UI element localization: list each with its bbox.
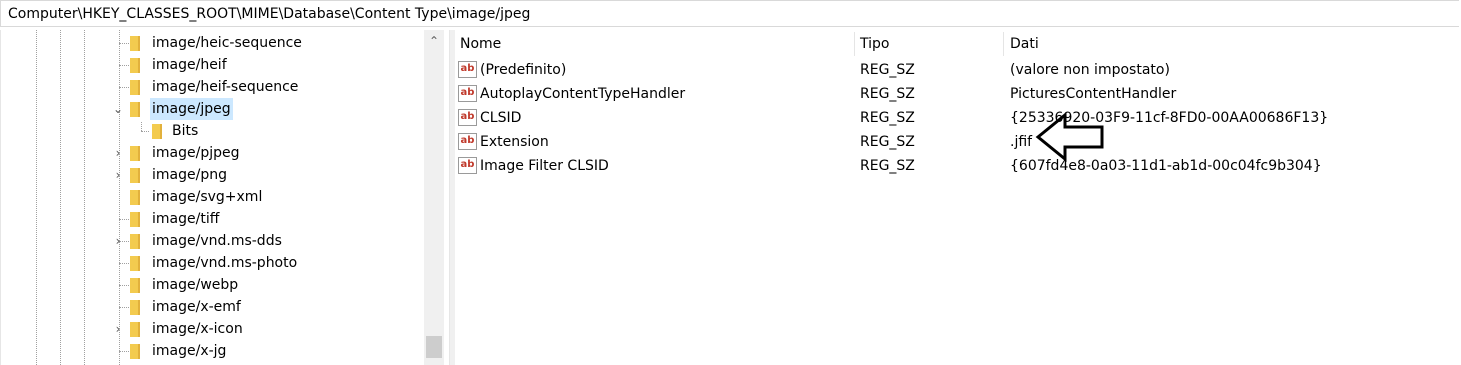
tree-scrollbar[interactable]: ⌃ <box>424 30 444 365</box>
values-list[interactable]: Nome Tipo Dati ab (Predefinito) REG_SZ (… <box>454 30 1461 365</box>
column-separator[interactable] <box>854 32 855 56</box>
column-header-data[interactable]: Dati <box>1010 30 1450 58</box>
tree-item-label: image/heif <box>152 57 227 73</box>
folder-open-icon <box>130 102 140 117</box>
string-value-icon: ab <box>458 157 477 174</box>
chevron-right-icon[interactable]: › <box>110 142 126 164</box>
tree-item[interactable]: Bits <box>1 120 421 142</box>
folder-icon <box>130 256 140 271</box>
table-row[interactable]: ab Extension REG_SZ .jfif <box>454 130 1461 154</box>
value-data: (valore non impostato) <box>1010 62 1170 78</box>
tree-item[interactable]: image/svg+xml <box>1 186 421 208</box>
tree-item[interactable]: image/tiff <box>1 208 421 230</box>
folder-icon <box>130 212 140 227</box>
tree-item-label: image/tiff <box>152 211 220 227</box>
tree-item-label: image/heif-sequence <box>152 79 299 95</box>
tree-item-label: image/x-emf <box>152 299 241 315</box>
folder-icon <box>130 58 140 73</box>
table-row[interactable]: ab AutoplayContentTypeHandler REG_SZ Pic… <box>454 82 1461 106</box>
column-separator[interactable] <box>1003 32 1004 56</box>
chevron-right-icon[interactable]: › <box>110 230 126 252</box>
chevron-right-icon[interactable]: › <box>110 164 126 186</box>
folder-icon <box>130 80 140 95</box>
tree-item-label: image/pjpeg <box>152 145 240 161</box>
value-data: PicturesContentHandler <box>1010 86 1177 102</box>
tree-item[interactable]: › image/png <box>1 164 421 186</box>
tree-item[interactable]: image/heif <box>1 54 421 76</box>
tree-item-label: image/x-jg <box>152 343 227 359</box>
folder-icon <box>130 36 140 51</box>
value-type: REG_SZ <box>860 158 915 174</box>
tree-item[interactable]: › image/vnd.ms-dds <box>1 230 421 252</box>
tree-item-label: image/webp <box>152 277 239 293</box>
value-name: CLSID <box>480 110 522 126</box>
folder-icon <box>130 168 140 183</box>
chevron-right-icon[interactable]: › <box>110 318 126 340</box>
folder-icon <box>130 300 140 315</box>
tree-item[interactable]: image/heif-sequence <box>1 76 421 98</box>
folder-icon <box>130 344 140 359</box>
tree-item[interactable]: image/vnd.ms-photo <box>1 252 421 274</box>
value-name: Extension <box>480 134 549 150</box>
tree-item[interactable]: image/webp <box>1 274 421 296</box>
scroll-thumb[interactable] <box>426 336 442 358</box>
value-type: REG_SZ <box>860 62 915 78</box>
tree-item-label: image/heic-sequence <box>152 35 302 51</box>
annotation-arrow-icon <box>1035 112 1104 162</box>
value-type: REG_SZ <box>860 86 915 102</box>
column-header-type[interactable]: Tipo <box>860 30 1000 58</box>
string-value-icon: ab <box>458 133 477 150</box>
folder-icon <box>130 146 140 161</box>
value-type: REG_SZ <box>860 110 915 126</box>
string-value-icon: ab <box>458 61 477 78</box>
value-name: (Predefinito) <box>480 62 567 78</box>
chevron-down-icon[interactable]: ⌄ <box>110 98 126 120</box>
tree-item-label: image/jpeg <box>150 98 233 120</box>
tree-item-label: image/vnd.ms-photo <box>152 255 298 271</box>
table-row[interactable]: ab (Predefinito) REG_SZ (valore non impo… <box>454 58 1461 82</box>
column-header-name[interactable]: Nome <box>460 30 850 58</box>
tree-item[interactable]: image/x-emf <box>1 296 421 318</box>
folder-icon <box>130 234 140 249</box>
tree-item[interactable]: image/heic-sequence <box>1 32 421 54</box>
string-value-icon: ab <box>458 109 477 126</box>
tree-item-label: image/svg+xml <box>152 189 263 205</box>
tree-item-label: image/x-icon <box>152 321 243 337</box>
registry-tree[interactable]: image/heic-sequence image/heif image/hei… <box>0 30 449 365</box>
value-data: .jfif <box>1010 134 1033 150</box>
scroll-up-icon[interactable]: ⌃ <box>424 30 444 52</box>
tree-item[interactable]: › image/pjpeg <box>1 142 421 164</box>
table-row[interactable]: ab CLSID REG_SZ {25336920-03F9-11cf-8FD0… <box>454 106 1461 130</box>
address-bar[interactable]: Computer\HKEY_CLASSES_ROOT\MIME\Database… <box>0 0 1459 27</box>
value-type: REG_SZ <box>860 134 915 150</box>
tree-item[interactable]: image/x-jg <box>1 340 421 362</box>
tree-item[interactable]: › image/x-icon <box>1 318 421 340</box>
folder-icon <box>130 278 140 293</box>
folder-icon <box>130 322 140 337</box>
value-name: AutoplayContentTypeHandler <box>480 86 686 102</box>
tree-item-label: image/vnd.ms-dds <box>152 233 282 249</box>
tree-item-selected[interactable]: ⌄ image/jpeg <box>1 98 421 120</box>
tree-item-label: image/png <box>152 167 227 183</box>
folder-icon <box>152 124 162 139</box>
folder-icon <box>130 190 140 205</box>
tree-item-label: Bits <box>172 123 199 139</box>
value-name: Image Filter CLSID <box>480 158 609 174</box>
table-row[interactable]: ab Image Filter CLSID REG_SZ {607fd4e8-0… <box>454 154 1461 178</box>
string-value-icon: ab <box>458 85 477 102</box>
